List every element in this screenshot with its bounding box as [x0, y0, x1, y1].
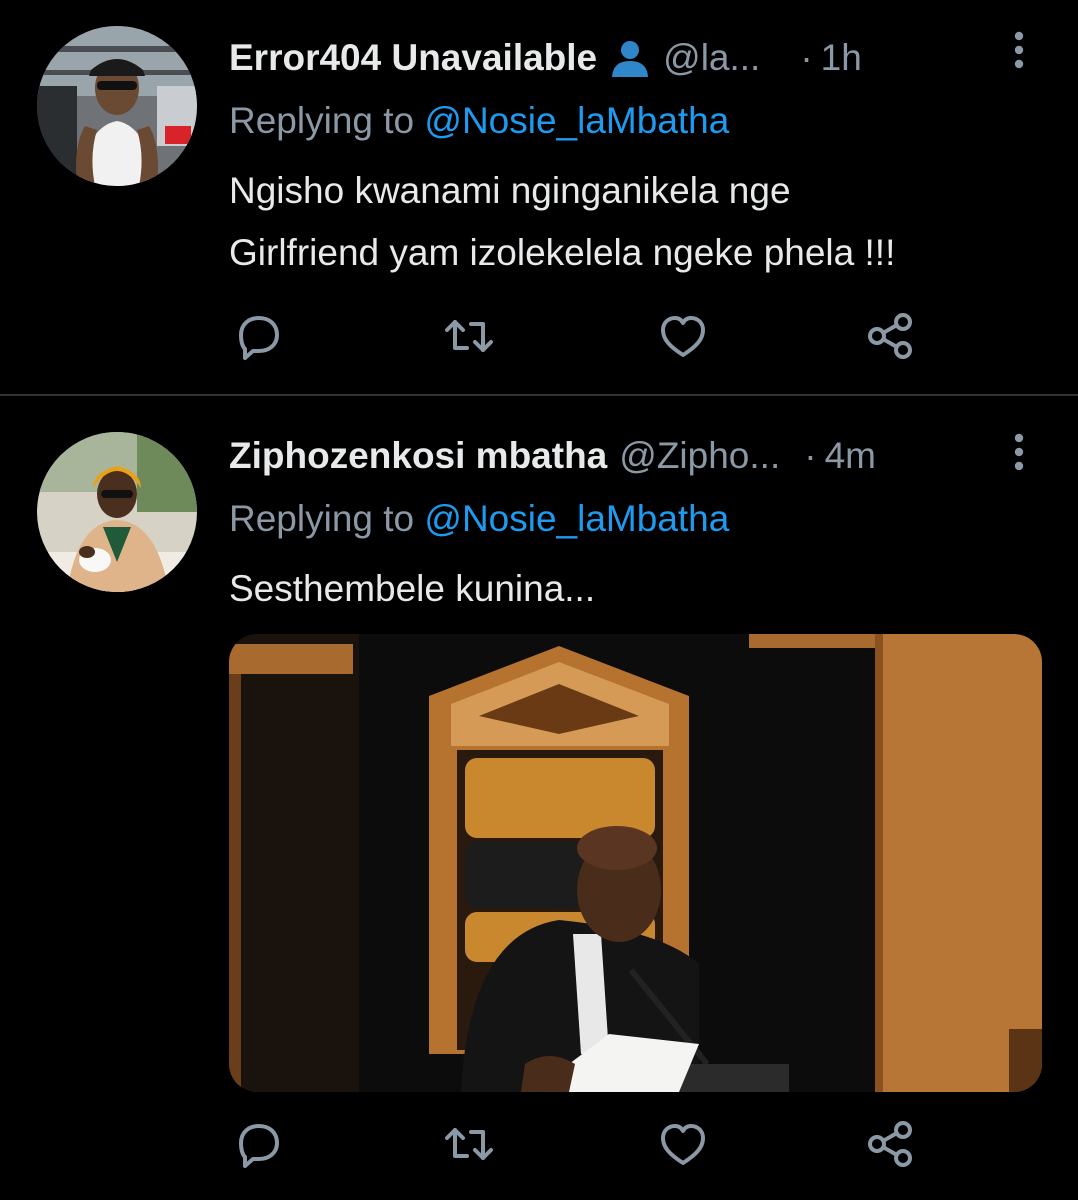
- reply-icon: [239, 1124, 279, 1168]
- display-name[interactable]: Error404 Unavailable: [229, 37, 597, 79]
- reply-button[interactable]: [229, 306, 289, 366]
- more-options-icon[interactable]: [1006, 30, 1032, 74]
- replying-to-label: Replying to: [229, 498, 415, 539]
- user-handle[interactable]: @Zipho...: [619, 435, 780, 477]
- separator-dot: ·: [804, 435, 817, 476]
- retweet-icon: [445, 320, 493, 352]
- user-handle[interactable]: @la...: [663, 37, 760, 79]
- mention-link[interactable]: @Nosie_laMbatha: [424, 100, 729, 141]
- share-button[interactable]: [861, 306, 921, 366]
- person-emoji-icon: [609, 37, 651, 79]
- avatar[interactable]: [37, 432, 197, 592]
- tweet[interactable]: Error404 Unavailable @la... · 1h Replyin…: [0, 0, 1078, 396]
- like-icon: [661, 316, 705, 357]
- mention-link[interactable]: @Nosie_laMbatha: [424, 498, 729, 539]
- photo-image: [229, 634, 1042, 1092]
- tweet-text-line: Ngisho kwanami nginganikela nge: [229, 170, 791, 211]
- avatar[interactable]: [37, 26, 197, 186]
- more-options-icon[interactable]: [1006, 432, 1032, 476]
- timestamp[interactable]: 4m: [825, 435, 876, 477]
- tweet-header: Ziphozenkosi mbatha @Zipho... · 4m: [229, 432, 876, 480]
- reply-button[interactable]: [229, 1114, 289, 1174]
- avatar-photo: [37, 26, 197, 186]
- share-icon: [868, 313, 912, 359]
- tweet-header: Error404 Unavailable @la... · 1h: [229, 34, 862, 82]
- tweet-text: Ngisho kwanami nginganikela nge Girlfrie…: [229, 160, 1049, 284]
- like-icon: [661, 1124, 705, 1165]
- display-name[interactable]: Ziphozenkosi mbatha: [229, 435, 607, 477]
- like-button[interactable]: [653, 1114, 713, 1174]
- replying-to: Replying to @Nosie_laMbatha: [229, 100, 729, 142]
- separator-dot: ·: [800, 37, 813, 78]
- share-icon: [868, 1121, 912, 1167]
- avatar-photo: [37, 432, 197, 592]
- like-button[interactable]: [653, 306, 713, 366]
- replying-to-label: Replying to: [229, 100, 415, 141]
- tweet-text-line: Girlfriend yam izolekelela ngeke phela !…: [229, 232, 896, 273]
- timestamp[interactable]: 1h: [821, 37, 862, 79]
- retweet-button[interactable]: [439, 306, 499, 366]
- reply-icon: [239, 316, 279, 360]
- retweet-icon: [445, 1128, 493, 1160]
- replying-to: Replying to @Nosie_laMbatha: [229, 498, 729, 540]
- action-bar: [229, 1114, 929, 1174]
- attached-photo[interactable]: [229, 634, 1042, 1092]
- tweet-text-line: Sesthembele kunina...: [229, 568, 596, 609]
- retweet-button[interactable]: [439, 1114, 499, 1174]
- tweet[interactable]: Ziphozenkosi mbatha @Zipho... · 4m Reply…: [0, 396, 1078, 1200]
- share-button[interactable]: [861, 1114, 921, 1174]
- action-bar: [229, 306, 929, 366]
- tweet-text: Sesthembele kunina...: [229, 558, 1049, 620]
